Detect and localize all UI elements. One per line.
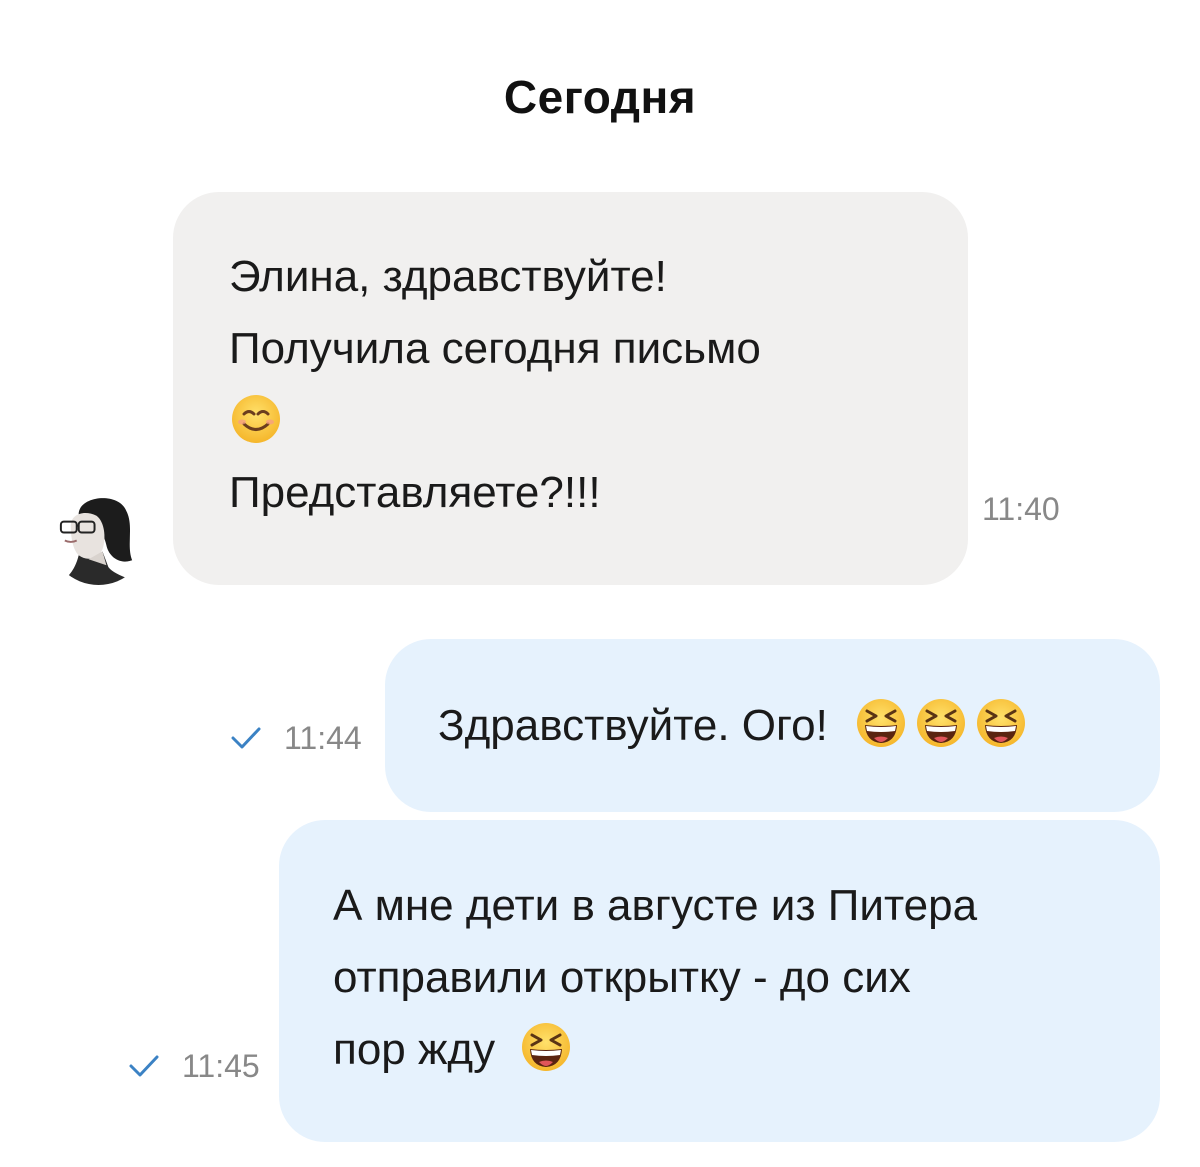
outgoing-message-bubble[interactable]: Здравствуйте. Ого! — [385, 639, 1160, 812]
message-line: Получила сегодня письмо — [229, 324, 761, 373]
message-timestamp: 11:40 — [982, 491, 1060, 527]
incoming-message-bubble[interactable]: Элина, здравствуйте! Получила сегодня пи… — [173, 192, 968, 585]
message-timestamp: 11:45 — [182, 1048, 260, 1084]
grinning-squinting-face-emoji-icon — [519, 1020, 573, 1074]
sent-check-icon — [230, 725, 262, 751]
grinning-squinting-face-emoji-icon — [974, 696, 1028, 750]
sent-check-icon — [128, 1053, 160, 1079]
grinning-squinting-face-emoji-icon — [914, 696, 968, 750]
message-line-with-emoji: пор жду — [333, 1014, 977, 1086]
message-line: отправили открытку - до сих — [333, 953, 911, 1002]
outgoing-message-bubble[interactable]: А мне дети в августе из Питера отправили… — [279, 820, 1160, 1142]
message-emoji-line — [229, 385, 761, 457]
message-line: Представляете?!!! — [229, 468, 601, 517]
message-line: пор жду — [333, 1025, 496, 1074]
smiling-face-emoji-icon — [229, 391, 283, 445]
message-meta: 11:44 — [230, 720, 362, 757]
message-line: Элина, здравствуйте! — [229, 252, 667, 301]
message-line: А мне дети в августе из Питера — [333, 881, 978, 930]
grinning-squinting-face-emoji-icon — [854, 696, 908, 750]
date-separator: Сегодня — [503, 71, 697, 123]
contact-avatar[interactable] — [49, 486, 148, 585]
message-meta: 11:45 — [128, 1048, 260, 1085]
message-timestamp: 11:44 — [284, 720, 362, 756]
message-text: Здравствуйте. Ого! — [438, 701, 828, 750]
